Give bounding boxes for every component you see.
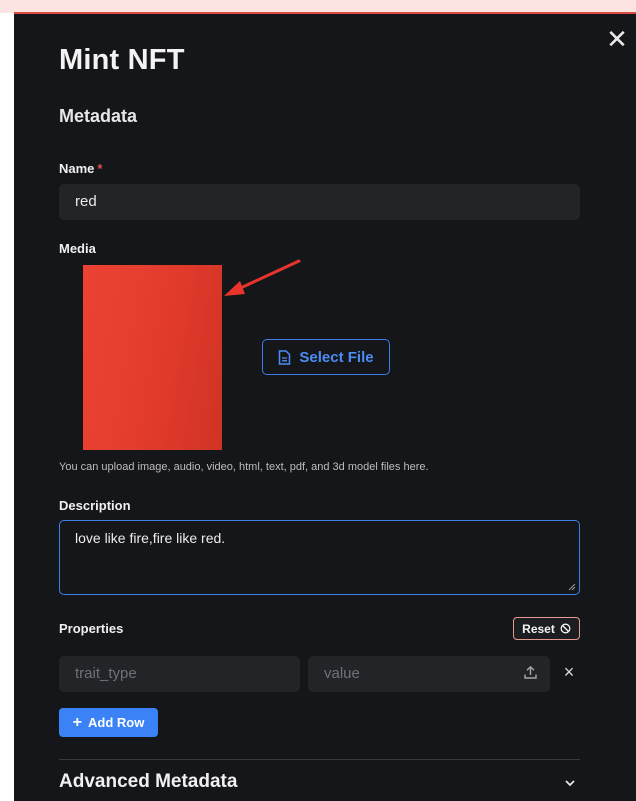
close-icon: ✕	[606, 24, 628, 54]
upload-icon[interactable]	[523, 665, 538, 680]
resize-grip-icon[interactable]	[568, 583, 576, 591]
section-divider	[59, 759, 580, 760]
ban-icon	[560, 623, 571, 634]
name-input[interactable]: red	[59, 184, 580, 220]
media-label: Media	[59, 241, 96, 256]
media-preview-image	[83, 265, 222, 450]
media-hint: You can upload image, audio, video, html…	[59, 461, 429, 473]
add-row-label: Add Row	[88, 715, 145, 730]
file-icon	[279, 349, 291, 365]
trait-type-placeholder: trait_type	[75, 665, 137, 682]
trait-value-input[interactable]: value	[308, 656, 550, 692]
select-file-button[interactable]: Select File	[262, 339, 390, 375]
mint-nft-modal: ✕ Mint NFT Metadata Name * red Media Sele…	[14, 12, 636, 801]
description-label: Description	[59, 498, 131, 513]
required-marker: *	[97, 161, 103, 176]
select-file-label: Select File	[299, 348, 374, 366]
trait-value-placeholder: value	[324, 665, 360, 682]
close-icon: ×	[563, 662, 575, 682]
advanced-metadata-label: Advanced Metadata	[59, 771, 238, 792]
plus-icon: +	[72, 713, 82, 731]
name-label: Name *	[59, 161, 102, 176]
add-row-button[interactable]: + Add Row	[59, 708, 158, 737]
close-button[interactable]: ✕	[606, 26, 628, 52]
reset-button[interactable]: Reset	[513, 617, 580, 640]
annotation-arrow-icon	[224, 259, 301, 296]
description-textarea[interactable]: love like fire,fire like red.	[59, 520, 580, 595]
remove-row-button[interactable]: ×	[559, 662, 579, 682]
chevron-down-icon	[565, 780, 575, 787]
description-value: love like fire,fire like red.	[75, 530, 226, 546]
name-label-text: Name	[59, 161, 95, 176]
reset-label: Reset	[522, 621, 555, 636]
modal-title: Mint NFT	[59, 44, 185, 76]
trait-type-input[interactable]: trait_type	[59, 656, 300, 692]
properties-label: Properties	[59, 621, 124, 636]
advanced-metadata-toggle[interactable]: Advanced Metadata	[59, 771, 580, 801]
metadata-heading: Metadata	[59, 106, 138, 126]
